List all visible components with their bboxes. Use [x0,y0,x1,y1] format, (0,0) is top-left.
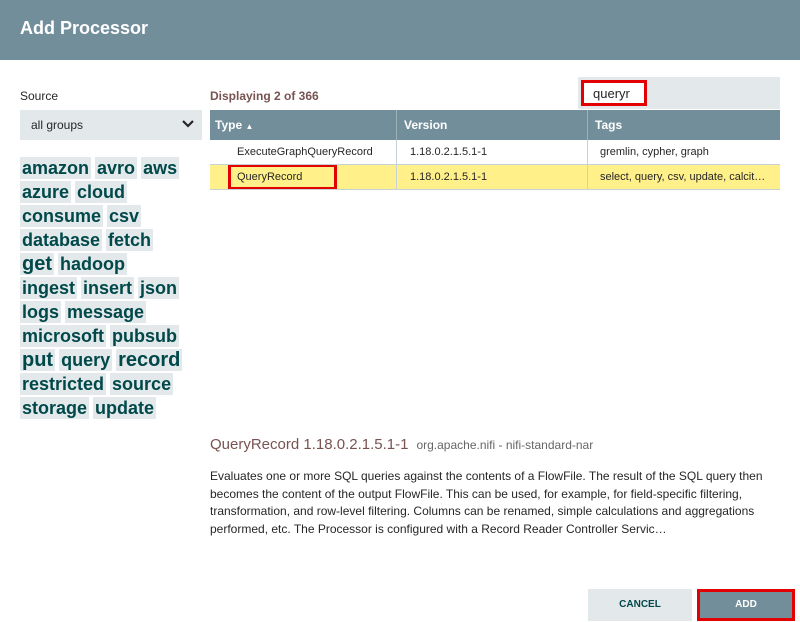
tag-avro[interactable]: avro [95,157,138,179]
cancel-button[interactable]: CANCEL [588,589,692,621]
source-group-select[interactable]: all groups [20,110,202,140]
tag-row: consume csv [20,204,202,228]
column-header-version[interactable]: Version [397,110,588,140]
processor-bundle: org.apache.nifi - nifi-standard-nar [416,438,594,452]
source-selected-value: all groups [31,118,84,132]
tag-restricted[interactable]: restricted [20,373,107,395]
column-header-tags[interactable]: Tags [588,110,780,140]
tag-ingest[interactable]: ingest [20,277,78,299]
tag-database[interactable]: database [20,229,103,251]
tag-pubsub[interactable]: pubsub [110,325,180,347]
tag-row: storage update [20,396,202,420]
tag-row: put query record [20,348,202,372]
tag-get[interactable]: get [20,253,54,275]
row-type: QueryRecord [228,165,337,189]
row-tags: select, query, csv, update, calcit… [600,171,766,183]
row-type: ExecuteGraphQueryRecord [210,140,397,164]
tag-row: database fetch [20,228,202,252]
processor-name-version: QueryRecord 1.18.0.2.1.5.1-1 [210,436,409,453]
tag-azure[interactable]: azure [20,181,72,203]
tag-microsoft[interactable]: microsoft [20,325,107,347]
chevron-down-icon [182,120,194,128]
tag-put[interactable]: put [20,349,56,371]
tag-query[interactable]: query [59,349,113,371]
displaying-count: Displaying 2 of 366 [210,89,319,103]
dialog-title: Add Processor [20,18,149,38]
source-label: Source [20,89,59,103]
tag-row: amazon avro aws [20,156,202,180]
row-version: 1.18.0.2.1.5.1-1 [397,165,588,189]
tag-storage[interactable]: storage [20,397,90,419]
tag-update[interactable]: update [93,397,157,419]
filter-input[interactable] [581,80,647,106]
table-row-selected[interactable]: QueryRecord 1.18.0.2.1.5.1-1 select, que… [210,165,780,190]
processor-description: Evaluates one or more SQL queries agains… [210,469,763,536]
tag-hadoop[interactable]: hadoop [58,253,127,275]
tag-row: get hadoop [20,252,202,276]
tag-record[interactable]: record [116,349,183,371]
tag-row: microsoft pubsub [20,324,202,348]
tag-source[interactable]: source [110,373,174,395]
tag-message[interactable]: message [65,301,147,323]
tag-row: logs message [20,300,202,324]
tag-csv[interactable]: csv [107,205,142,227]
tag-logs[interactable]: logs [20,301,62,323]
tag-json[interactable]: json [138,277,180,299]
processor-table: Type ▲ Version Tags ExecuteGraphQueryRec… [210,110,780,190]
tag-fetch[interactable]: fetch [106,229,154,251]
processor-details-title: QueryRecord 1.18.0.2.1.5.1-1 org.apache.n… [210,436,593,453]
add-button[interactable]: ADD [697,589,795,621]
tag-row: ingest insert json [20,276,202,300]
tag-insert[interactable]: insert [81,277,135,299]
row-type-cell: QueryRecord [210,165,397,189]
table-row[interactable]: ExecuteGraphQueryRecord 1.18.0.2.1.5.1-1… [210,140,780,165]
tag-amazon[interactable]: amazon [20,157,92,179]
tag-row: azure cloud [20,180,202,204]
tag-cloud: amazon avro aws azure cloud consume csv databas… [20,156,202,420]
sort-asc-icon: ▲ [245,122,254,131]
tag-aws[interactable]: aws [141,157,180,179]
tag-consume[interactable]: consume [20,205,104,227]
row-version: 1.18.0.2.1.5.1-1 [397,140,588,164]
dialog-header: Add Processor [0,0,800,60]
filter-container [578,77,780,109]
table-header: Type ▲ Version Tags [210,110,780,140]
tag-row: restricted source [20,372,202,396]
column-header-type[interactable]: Type ▲ [210,110,397,140]
tag-cloud[interactable]: cloud [75,181,128,203]
row-tags: gremlin, cypher, graph [600,146,709,158]
